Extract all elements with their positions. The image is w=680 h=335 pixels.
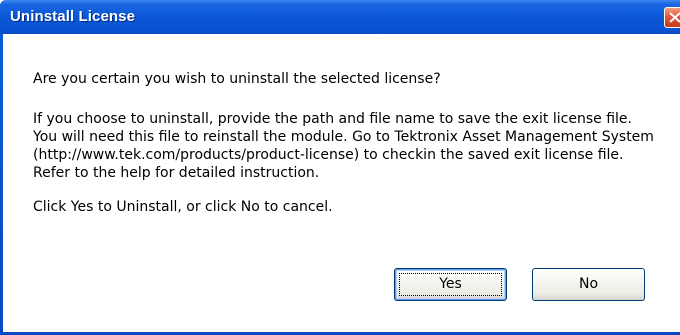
uninstall-license-dialog: Uninstall License Are you certain you wi…	[0, 0, 680, 335]
no-button-label: No	[578, 276, 599, 292]
close-icon	[669, 12, 680, 23]
title-bar[interactable]: Uninstall License	[0, 0, 680, 34]
paragraph-line-4: Refer to the help for detailed instructi…	[33, 165, 320, 181]
no-button[interactable]: No	[532, 268, 645, 301]
paragraph-line-1: If you choose to uninstall, provide the …	[33, 111, 632, 127]
close-button[interactable]	[664, 7, 680, 28]
yes-button[interactable]: Yes	[394, 268, 507, 301]
question-text: Are you certain you wish to uninstall th…	[33, 71, 441, 87]
paragraph-line-2: You will need this file to reinstall the…	[33, 129, 654, 145]
focus-rectangle	[399, 273, 502, 296]
instruction-text: Click Yes to Uninstall, or click No to c…	[33, 199, 333, 215]
paragraph-line-3: (http://www.tek.com/products/product-lic…	[33, 147, 624, 163]
dialog-title: Uninstall License	[10, 8, 136, 25]
